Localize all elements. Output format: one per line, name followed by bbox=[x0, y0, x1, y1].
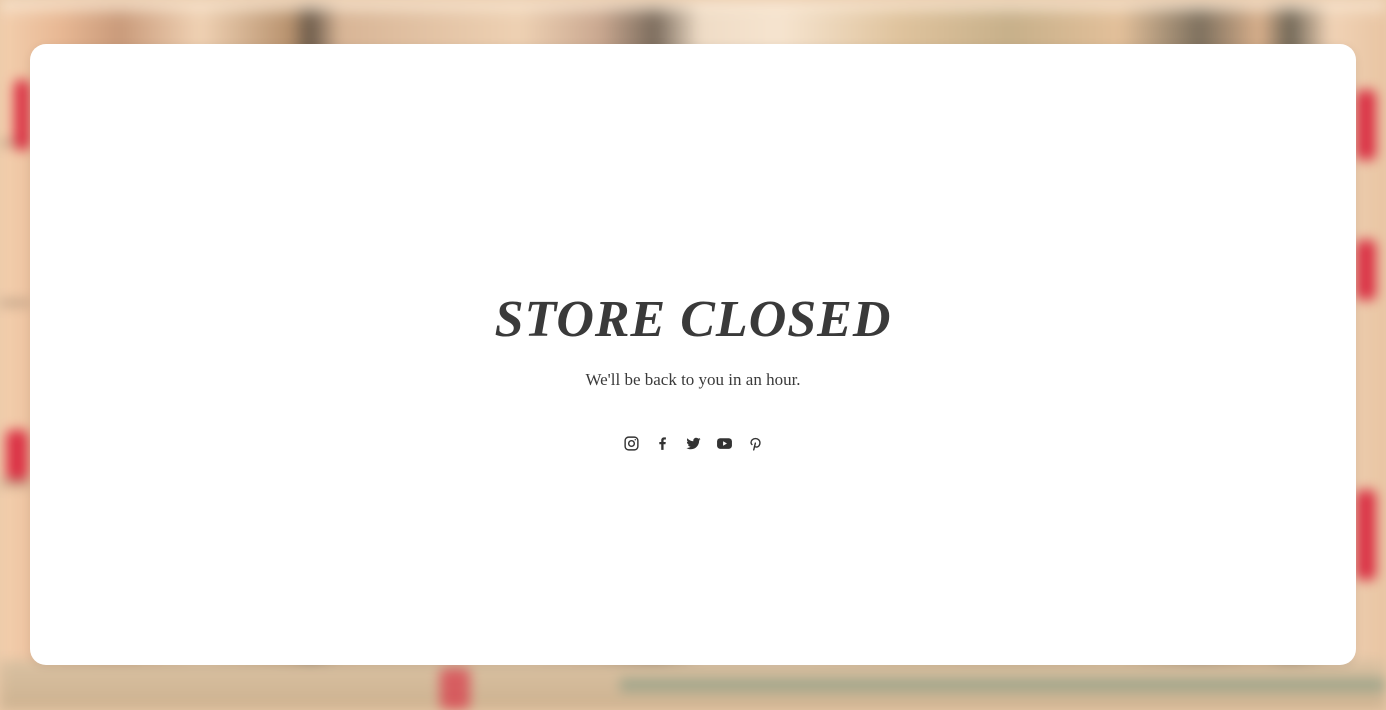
page-title: STORE CLOSED bbox=[494, 291, 892, 348]
pinterest-link[interactable] bbox=[746, 434, 765, 453]
store-closed-card: STORE CLOSED We'll be back to you in an … bbox=[30, 44, 1356, 665]
pinterest-icon bbox=[747, 435, 764, 452]
social-links bbox=[30, 434, 1356, 453]
twitter-link[interactable] bbox=[684, 434, 703, 453]
closed-message: We'll be back to you in an hour. bbox=[585, 370, 801, 389]
facebook-link[interactable] bbox=[653, 434, 672, 453]
youtube-link[interactable] bbox=[715, 434, 734, 453]
facebook-icon bbox=[654, 435, 671, 452]
store-closed-content: STORE CLOSED We'll be back to you in an … bbox=[30, 292, 1356, 453]
youtube-icon bbox=[716, 435, 733, 452]
instagram-link[interactable] bbox=[622, 434, 641, 453]
instagram-icon bbox=[623, 435, 640, 452]
twitter-icon bbox=[685, 435, 702, 452]
